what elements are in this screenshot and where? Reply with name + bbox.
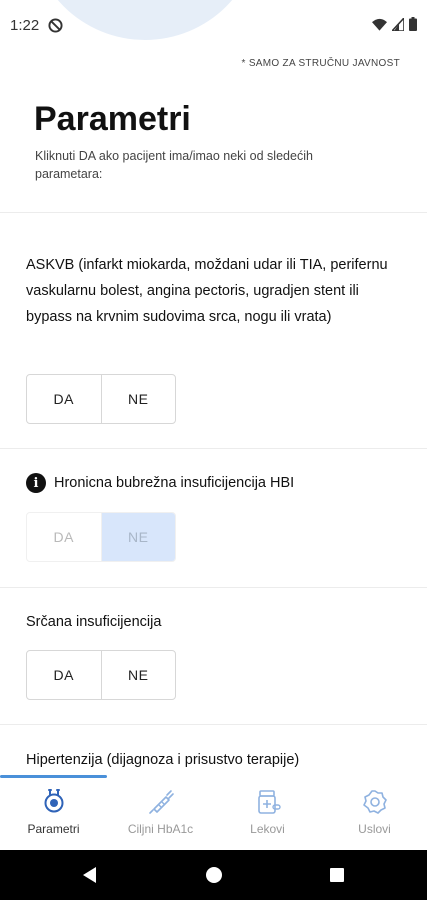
tab-lekovi[interactable]: Lekovi [214, 775, 321, 850]
battery-icon [409, 17, 417, 31]
signal-icon [392, 17, 404, 31]
yes-button[interactable]: DA [27, 375, 101, 423]
tab-uslovi[interactable]: Uslovi [321, 775, 427, 850]
parameter-question: Srčana insuficijencija [26, 614, 162, 630]
parameter-askvb: ASKVB (infarkt miokarda, moždani udar il… [26, 252, 401, 330]
parameter-question: Hipertenzija (dijagnoza i prisustvo tera… [26, 752, 300, 768]
system-navigation-bar [0, 850, 427, 900]
settings-icon [362, 790, 387, 814]
tab-parametri[interactable]: Parametri [0, 775, 107, 850]
parameter-question: Hronicna bubrežna insuficijencija HBI [54, 475, 295, 491]
syringe-icon [148, 790, 174, 814]
tab-label: Parametri [27, 822, 80, 836]
back-icon[interactable] [83, 867, 96, 883]
divider [0, 448, 427, 449]
askvb-toggle: DA NE [26, 374, 176, 424]
header-decoration [30, 0, 260, 40]
no-button[interactable]: NE [100, 651, 176, 699]
yes-button[interactable]: DA [27, 651, 101, 699]
stethoscope-icon [44, 789, 63, 813]
divider [0, 724, 427, 725]
wifi-icon [372, 18, 387, 31]
heart-failure-toggle: DA NE [26, 650, 176, 700]
parameter-hypertension: Hipertenzija (dijagnoza i prisustvo tera… [26, 747, 401, 773]
recents-icon[interactable] [330, 868, 344, 882]
status-time: 1:22 [10, 17, 40, 34]
no-button[interactable]: NE [100, 375, 176, 423]
divider [0, 587, 427, 588]
hbi-toggle: DA NE [26, 512, 176, 562]
page-title: Parametri [34, 100, 191, 138]
parameter-heart-failure: Srčana insuficijencija [26, 609, 401, 635]
home-icon[interactable] [206, 867, 222, 883]
parameter-hbi: i Hronicna bubrežna insuficijencija HBI [26, 473, 401, 493]
page-subtitle: Kliknuti DA ako pacijent ima/imao neki o… [35, 149, 313, 181]
tab-label: Uslovi [358, 822, 391, 836]
pill-bottle-icon [257, 790, 281, 814]
parameter-question: ASKVB (infarkt miokarda, moždani udar il… [26, 257, 388, 325]
tab-label: Lekovi [250, 822, 285, 836]
no-button[interactable]: NE [100, 513, 175, 561]
status-bar: 1:22 [0, 0, 427, 52]
divider [0, 212, 427, 213]
bottom-navigation: Parametri Ciljni HbA1c Lekovi Uslovi [0, 775, 427, 850]
yes-button[interactable]: DA [27, 513, 101, 561]
disclaimer-text: * SAMO ZA STRUČNU JAVNOST [241, 58, 400, 69]
dnd-icon [48, 18, 63, 33]
tab-ciljni-hba1c[interactable]: Ciljni HbA1c [107, 775, 214, 850]
tab-label: Ciljni HbA1c [127, 822, 194, 836]
status-icons [372, 17, 417, 31]
info-icon[interactable]: i [26, 473, 46, 493]
